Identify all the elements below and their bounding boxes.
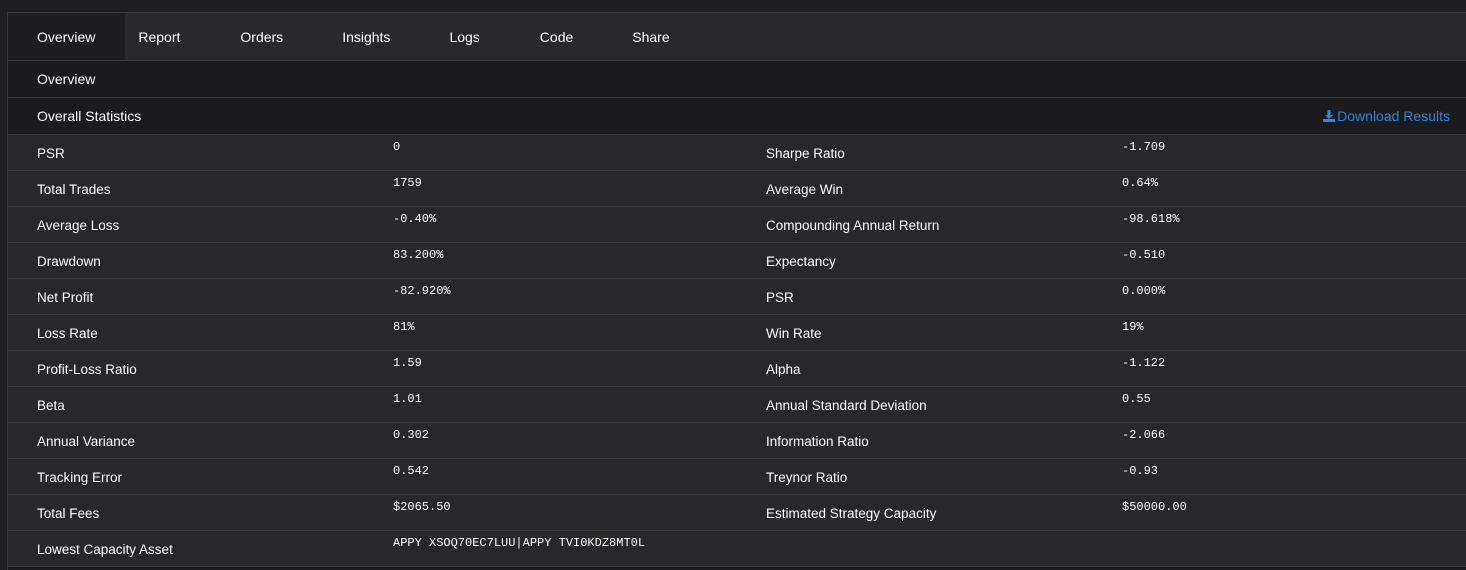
stat-row: Profit-Loss Ratio 1.59 Alpha -1.122 bbox=[8, 351, 1466, 387]
tab-overview[interactable]: Overview bbox=[8, 13, 126, 60]
stat-row: Net Profit -82.920% PSR 0.000% bbox=[8, 279, 1466, 315]
stat-value: 1.01 bbox=[393, 392, 422, 406]
tab-share[interactable]: Share bbox=[603, 13, 699, 60]
stat-value: 0.55 bbox=[1122, 392, 1151, 406]
stat-value: -82.920% bbox=[393, 284, 451, 298]
stat-row: Lowest Capacity Asset APPY XSOQ70EC7LUU|… bbox=[8, 531, 1466, 567]
stat-label: Compounding Annual Return bbox=[766, 218, 940, 233]
stat-label: Average Win bbox=[766, 182, 844, 197]
backtest-results-panel: Overview Report Orders Insights Logs Cod… bbox=[7, 12, 1466, 570]
stat-value: 19% bbox=[1122, 320, 1144, 334]
stat-label: PSR bbox=[37, 146, 65, 161]
stat-label: Expectancy bbox=[766, 254, 836, 269]
download-results-label: Download Results bbox=[1337, 108, 1450, 124]
stat-label: Annual Variance bbox=[37, 434, 136, 449]
stat-row: Tracking Error 0.542 Treynor Ratio -0.93 bbox=[8, 459, 1466, 495]
stat-value: -0.510 bbox=[1122, 248, 1166, 262]
statistics-table: PSR 0 Sharpe Ratio -1.709 Total Trades 1… bbox=[8, 135, 1466, 567]
stat-value: 0.64% bbox=[1122, 176, 1159, 190]
stat-row: Beta 1.01 Annual Standard Deviation 0.55 bbox=[8, 387, 1466, 423]
stat-label: Sharpe Ratio bbox=[766, 146, 845, 161]
stat-label: Average Loss bbox=[37, 218, 120, 233]
download-results-link[interactable]: Download Results bbox=[1323, 108, 1450, 124]
statistics-title: Overall Statistics bbox=[37, 108, 142, 124]
stat-label: Estimated Strategy Capacity bbox=[766, 506, 937, 521]
stat-value: -1.122 bbox=[1122, 356, 1166, 370]
stat-value: -98.618% bbox=[1122, 212, 1180, 226]
stat-value: 81% bbox=[393, 320, 415, 334]
stat-value: -1.709 bbox=[1122, 140, 1166, 154]
stat-row: Loss Rate 81% Win Rate 19% bbox=[8, 315, 1466, 351]
stat-label: Drawdown bbox=[37, 254, 101, 269]
stat-label: Treynor Ratio bbox=[766, 470, 848, 485]
stat-label: Profit-Loss Ratio bbox=[37, 362, 137, 377]
stat-label: Information Ratio bbox=[766, 434, 869, 449]
stat-label: Loss Rate bbox=[37, 326, 98, 341]
stat-label: PSR bbox=[766, 290, 794, 305]
stat-value: $50000.00 bbox=[1122, 500, 1187, 514]
section-title: Overview bbox=[37, 71, 96, 87]
stat-value: 0.302 bbox=[393, 428, 430, 442]
tab-insights[interactable]: Insights bbox=[313, 13, 420, 60]
stat-label: Tracking Error bbox=[37, 470, 123, 485]
stat-label: Alpha bbox=[766, 362, 801, 377]
stat-value: -0.93 bbox=[1122, 464, 1159, 478]
stat-label: Total Trades bbox=[37, 182, 111, 197]
stat-label: Beta bbox=[37, 398, 65, 413]
stat-label: Lowest Capacity Asset bbox=[37, 542, 173, 557]
tab-orders[interactable]: Orders bbox=[210, 13, 313, 60]
stat-value: 1.59 bbox=[393, 356, 422, 370]
stat-value: 83.200% bbox=[393, 248, 444, 262]
stat-value: -2.066 bbox=[1122, 428, 1166, 442]
tab-bar: Overview Report Orders Insights Logs Cod… bbox=[8, 13, 1466, 61]
stat-row: Annual Variance 0.302 Information Ratio … bbox=[8, 423, 1466, 459]
stat-value: APPY XSOQ70EC7LUU|APPY TVI0KDZ8MT0L bbox=[393, 536, 646, 550]
overview-section-header: Overview bbox=[8, 61, 1466, 98]
tab-logs[interactable]: Logs bbox=[420, 13, 509, 60]
stat-label: Annual Standard Deviation bbox=[766, 398, 927, 413]
stat-label: Net Profit bbox=[37, 290, 94, 305]
tab-report[interactable]: Report bbox=[125, 13, 210, 60]
stat-value: 0.542 bbox=[393, 464, 430, 478]
stat-row: Average Loss -0.40% Compounding Annual R… bbox=[8, 207, 1466, 243]
stat-row: Drawdown 83.200% Expectancy -0.510 bbox=[8, 243, 1466, 279]
stat-value: 0 bbox=[393, 140, 401, 154]
stat-row: PSR 0 Sharpe Ratio -1.709 bbox=[8, 135, 1466, 171]
overall-statistics-header: Overall Statistics Download Results bbox=[8, 98, 1466, 135]
stat-value: 1759 bbox=[393, 176, 422, 190]
tab-code[interactable]: Code bbox=[510, 13, 603, 60]
stat-value: 0.000% bbox=[1122, 284, 1166, 298]
stat-label: Win Rate bbox=[766, 326, 822, 341]
stat-row: Total Fees $2065.50 Estimated Strategy C… bbox=[8, 495, 1466, 531]
stat-value: $2065.50 bbox=[393, 500, 451, 514]
stat-row: Total Trades 1759 Average Win 0.64% bbox=[8, 171, 1466, 207]
stat-label: Total Fees bbox=[37, 506, 100, 521]
stat-value: -0.40% bbox=[393, 212, 437, 226]
download-icon bbox=[1323, 110, 1336, 122]
